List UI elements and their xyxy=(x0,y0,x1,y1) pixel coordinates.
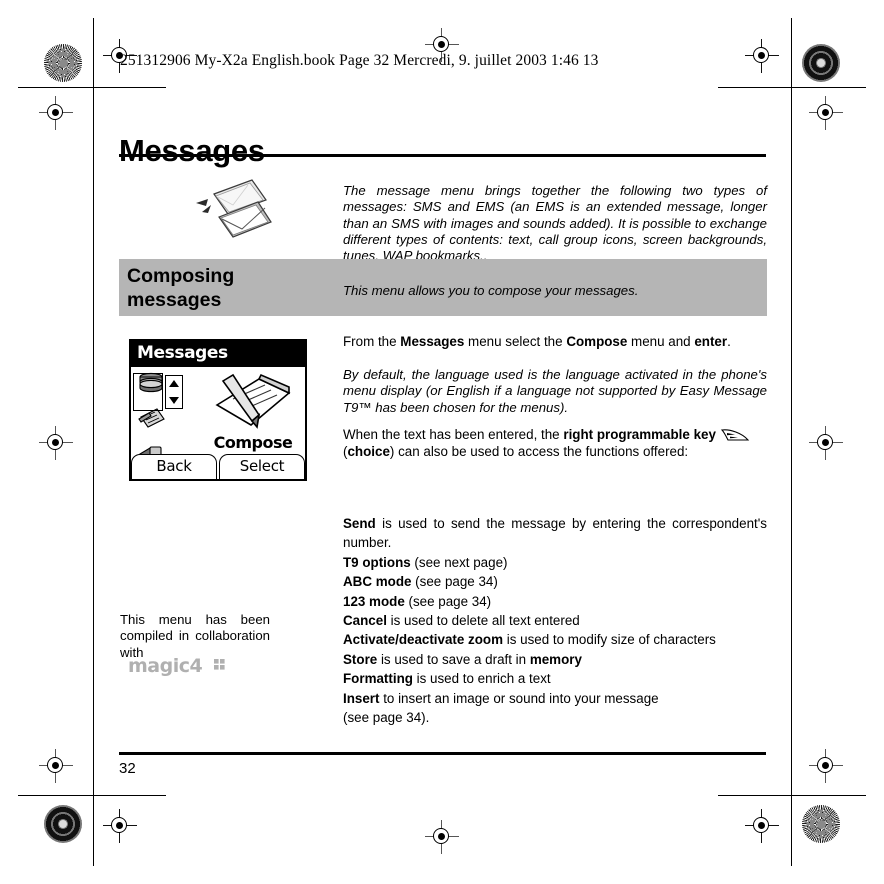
fn-rest-see-page: (see page 34). xyxy=(343,710,430,726)
fn-rest-123: (see page 34) xyxy=(404,593,492,609)
instr-enter-bold: enter xyxy=(694,334,728,349)
crop-mark-bottom-center xyxy=(425,820,459,854)
rk-choice-bold: choice xyxy=(347,443,390,459)
instr-messages-bold: Messages xyxy=(400,334,465,349)
instr-compose-bold: Compose xyxy=(566,334,628,349)
crop-mark-right-inner-bottom xyxy=(809,749,843,783)
function-item-see-page: (see page 34). xyxy=(343,708,767,727)
starburst-registration-mark-top-left xyxy=(44,44,82,82)
trim-line-bottom xyxy=(18,795,166,797)
fn-rest-zoom: is used to modify size of characters xyxy=(503,632,716,648)
instr-pre: From the xyxy=(343,334,401,349)
compose-large-illustration xyxy=(203,371,295,433)
trim-line-top-right xyxy=(718,87,866,89)
rk-bold: right programmable key xyxy=(563,427,716,442)
fn-term-formatting: Formatting xyxy=(343,671,413,687)
section-header-bar: Composing messages This menu allows you … xyxy=(119,259,767,316)
trim-line-bottom-right xyxy=(718,795,866,797)
footer-divider xyxy=(119,752,766,755)
right-programmable-key-paragraph: When the text has been entered, the righ… xyxy=(343,427,767,460)
right-softkey-glyph-icon xyxy=(720,428,750,442)
svg-text:magic4: magic4 xyxy=(128,655,202,677)
crop-mark-top-right xyxy=(745,39,779,73)
manual-page: 251312906 My-X2a English.book Page 32 Me… xyxy=(0,0,884,884)
scroll-up-arrow-icon[interactable] xyxy=(169,380,179,387)
function-item-t9-options: T9 options (see next page) xyxy=(343,553,767,572)
body-column: From the Messages menu select the Compos… xyxy=(343,334,767,351)
scroll-down-arrow-icon[interactable] xyxy=(169,397,179,404)
function-item-store: Store is used to save a draft in memory xyxy=(343,650,767,669)
trim-line-left xyxy=(93,18,95,866)
crop-mark-left-inner-top xyxy=(39,96,73,130)
softkey-back[interactable]: Back xyxy=(131,454,217,479)
crop-mark-right-inner-top xyxy=(809,96,843,130)
phone-selected-item-label: Compose xyxy=(213,433,293,452)
softkey-select[interactable]: Select xyxy=(219,454,305,479)
crop-mark-left-inner-bottom xyxy=(39,749,73,783)
rosette-registration-mark-bottom-left xyxy=(44,805,82,843)
phone-screen-mockup: Messages Compose Back Select xyxy=(129,339,307,481)
phone-softkey-row: Back Select xyxy=(131,454,305,479)
trim-line-top xyxy=(18,87,166,89)
fn-term-abc: ABC mode xyxy=(343,574,412,590)
rosette-registration-mark-top-right xyxy=(802,44,840,82)
intro-paragraph: The message menu brings together the fol… xyxy=(343,183,767,264)
footer-page-number: 32 xyxy=(119,760,136,777)
rk-post-end: ) can also be used to access the functio… xyxy=(389,443,689,459)
crop-mark-bottom-right xyxy=(745,809,779,843)
fn-rest-store: is used to save a draft in xyxy=(377,651,530,667)
fn-rest-store-bold: memory xyxy=(529,651,582,667)
function-item-insert: Insert to insert an image or sound into … xyxy=(343,689,767,708)
function-item-formatting: Formatting is used to enrich a text xyxy=(343,669,767,688)
fn-term-zoom: Activate/deactivate zoom xyxy=(343,632,504,648)
fn-term-insert: Insert xyxy=(343,690,380,706)
instr-end: . xyxy=(727,334,731,349)
default-language-note: By default, the language used is the lan… xyxy=(343,367,767,415)
function-item-send: Send is used to send the message by ente… xyxy=(343,514,767,553)
magic4-logo: magic4 xyxy=(128,655,233,677)
fn-term-t9: T9 options xyxy=(343,554,411,570)
fn-rest-formatting: is used to enrich a text xyxy=(412,671,551,687)
page-title: Messages xyxy=(119,132,265,168)
fn-term-cancel: Cancel xyxy=(343,613,387,629)
fn-term-store: Store xyxy=(343,651,378,667)
starburst-registration-mark-bottom-right xyxy=(802,805,840,843)
envelopes-icon xyxy=(186,172,272,244)
phone-screen-title: Messages xyxy=(137,343,228,363)
compose-instruction-paragraph: From the Messages menu select the Compos… xyxy=(343,334,767,351)
menu-selection-frame xyxy=(133,373,163,411)
fn-term-123: 123 mode xyxy=(343,593,405,609)
rk-pre: When the text has been entered, the xyxy=(343,427,564,442)
function-item-123-mode: 123 mode (see page 34) xyxy=(343,592,767,611)
function-item-cancel: Cancel is used to delete all text entere… xyxy=(343,611,767,630)
fn-rest-cancel: is used to delete all text entered xyxy=(386,613,580,629)
print-header-line: 251312906 My-X2a English.book Page 32 Me… xyxy=(120,52,599,69)
title-divider xyxy=(119,154,766,157)
instr-mid2: menu and xyxy=(627,334,695,349)
right-key-block: When the text has been entered, the righ… xyxy=(343,427,767,460)
section-heading: Composing messages xyxy=(127,265,235,311)
crop-mark-bottom-left xyxy=(103,809,137,843)
trim-line-right xyxy=(791,18,793,866)
crop-mark-left-middle xyxy=(39,426,73,460)
function-list: Send is used to send the message by ente… xyxy=(343,514,767,727)
function-item-abc-mode: ABC mode (see page 34) xyxy=(343,572,767,591)
scroll-arrows-indicator[interactable] xyxy=(165,375,183,409)
fn-rest-t9: (see next page) xyxy=(410,554,508,570)
language-note-block: By default, the language used is the lan… xyxy=(343,367,767,416)
section-description: This menu allows you to compose your mes… xyxy=(343,283,639,298)
instr-mid: menu select the xyxy=(464,334,567,349)
phone-screen-titlebar: Messages xyxy=(131,341,305,367)
function-item-zoom: Activate/deactivate zoom is used to modi… xyxy=(343,630,767,649)
crop-mark-right-middle xyxy=(809,426,843,460)
fn-rest-abc: (see page 34) xyxy=(411,574,498,590)
fn-rest-insert: to insert an image or sound into your me… xyxy=(379,690,659,706)
collaboration-note: This menu has been compiled in collabora… xyxy=(120,612,270,660)
fn-rest-send: is used to send the message by entering … xyxy=(343,516,767,551)
fn-term-send: Send xyxy=(343,516,376,531)
